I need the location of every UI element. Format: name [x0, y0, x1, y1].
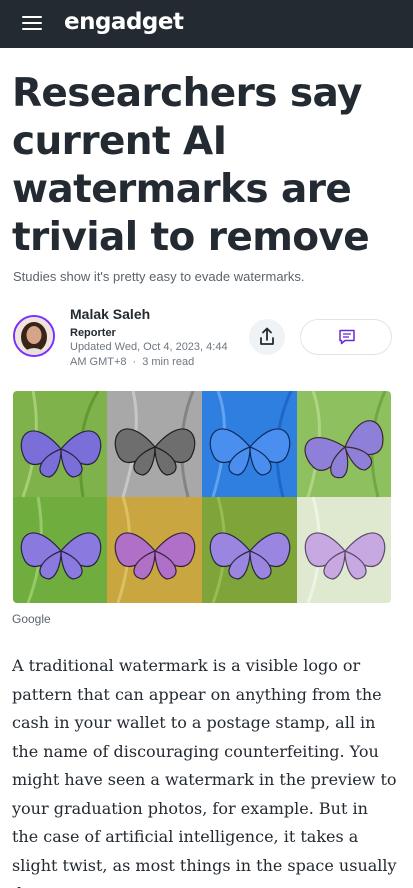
comment-icon [339, 329, 355, 345]
read-time: 3 min read [142, 356, 195, 368]
author-role: Reporter [70, 327, 116, 339]
author-avatar[interactable] [13, 315, 55, 357]
image-caption: Google [12, 612, 51, 626]
engadget-logo[interactable]: engadget [64, 9, 184, 35]
meta-separator: · [132, 356, 137, 368]
article-subheadline: Studies show it's pretty easy to evade w… [13, 269, 305, 284]
share-button[interactable] [249, 319, 285, 355]
article-body-paragraph: A traditional watermark is a visible log… [12, 656, 397, 888]
butterfly-grid-image [13, 391, 391, 603]
hamburger-menu-icon[interactable] [22, 15, 42, 31]
article-headline: Researchers say current AI watermarks ar… [12, 71, 370, 260]
top-navigation-bar: engadget [0, 0, 413, 48]
hero-image[interactable] [13, 391, 391, 603]
share-icon [260, 327, 274, 345]
comment-button[interactable] [300, 319, 392, 355]
article-meta: Updated Wed, Oct 4, 2023, 4:44 AM GMT+8 ·… [70, 340, 245, 370]
author-name[interactable]: Malak Saleh [70, 306, 150, 322]
